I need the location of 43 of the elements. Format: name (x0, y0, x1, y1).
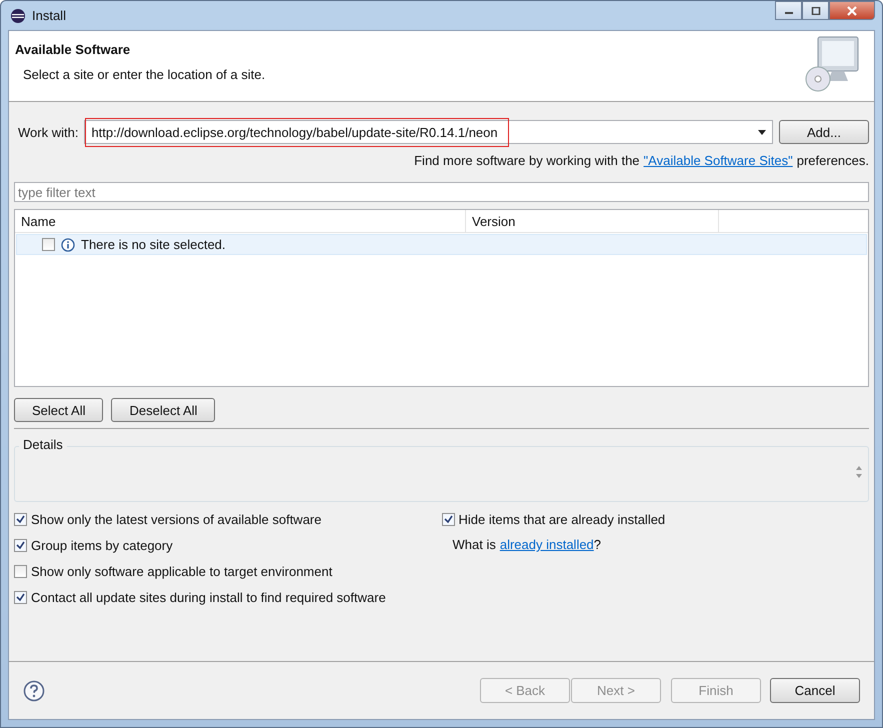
filter-field[interactable]: type filter text (14, 182, 869, 202)
close-icon (846, 6, 858, 16)
row-text: There is no site selected. (81, 237, 226, 252)
work-with-label: Work with: (18, 124, 78, 140)
checkbox[interactable] (14, 565, 27, 578)
window-title: Install (32, 8, 66, 23)
question-mark: ? (594, 537, 602, 552)
preferences-text: preferences. (796, 153, 869, 168)
more-software-text: Find more software by working with the (414, 153, 640, 168)
maximize-button[interactable] (802, 1, 829, 20)
option-checkbox[interactable]: Hide items that are already installed (442, 511, 869, 528)
scroll-arrows-icon (855, 464, 863, 480)
site-combo[interactable]: http://download.eclipse.org/technology/babel/update-site/R0.14.1/neon (84, 120, 773, 144)
info-icon (61, 238, 75, 252)
selection-button[interactable]: Select All (14, 398, 104, 422)
table-row[interactable]: There is no site selected. (16, 234, 867, 255)
minimize-button[interactable] (775, 1, 802, 20)
checkbox[interactable] (14, 591, 27, 604)
eclipse-icon (10, 8, 26, 24)
checkbox[interactable] (14, 513, 27, 526)
column-header[interactable]: Version (466, 210, 719, 232)
checkbox[interactable] (42, 238, 55, 251)
note-text: What is (452, 537, 496, 552)
add-button[interactable]: Add... (779, 120, 869, 144)
caret-icon (758, 130, 766, 134)
selection-button[interactable]: Deselect All (111, 398, 216, 422)
close-button[interactable] (829, 1, 875, 20)
already-installed-link[interactable]: already installed (500, 537, 594, 552)
option-checkbox[interactable]: Show only software applicable to target environment (14, 563, 442, 580)
option-checkbox[interactable]: Contact all update sites during install to find required software (14, 589, 442, 606)
option-checkbox[interactable]: Group items by category (14, 537, 442, 554)
site-url: http://download.eclipse.org/technology/babel/update-site/R0.14.1/neon (85, 118, 509, 146)
wizard-button[interactable]: Cancel (770, 678, 860, 703)
checkbox[interactable] (14, 539, 27, 552)
checkbox[interactable] (442, 513, 454, 526)
maximize-icon (810, 6, 820, 14)
help-icon[interactable] (23, 680, 45, 702)
available-sites-link[interactable]: "Available Software Sites" (644, 153, 793, 168)
details-label: Details (19, 437, 67, 452)
page-subtitle: Select a site or enter the location of a site. (23, 67, 266, 82)
page-title: Available Software (15, 42, 132, 57)
column-header[interactable]: Name (15, 210, 466, 232)
option-checkbox[interactable]: Show only the latest versions of available software (14, 511, 442, 528)
